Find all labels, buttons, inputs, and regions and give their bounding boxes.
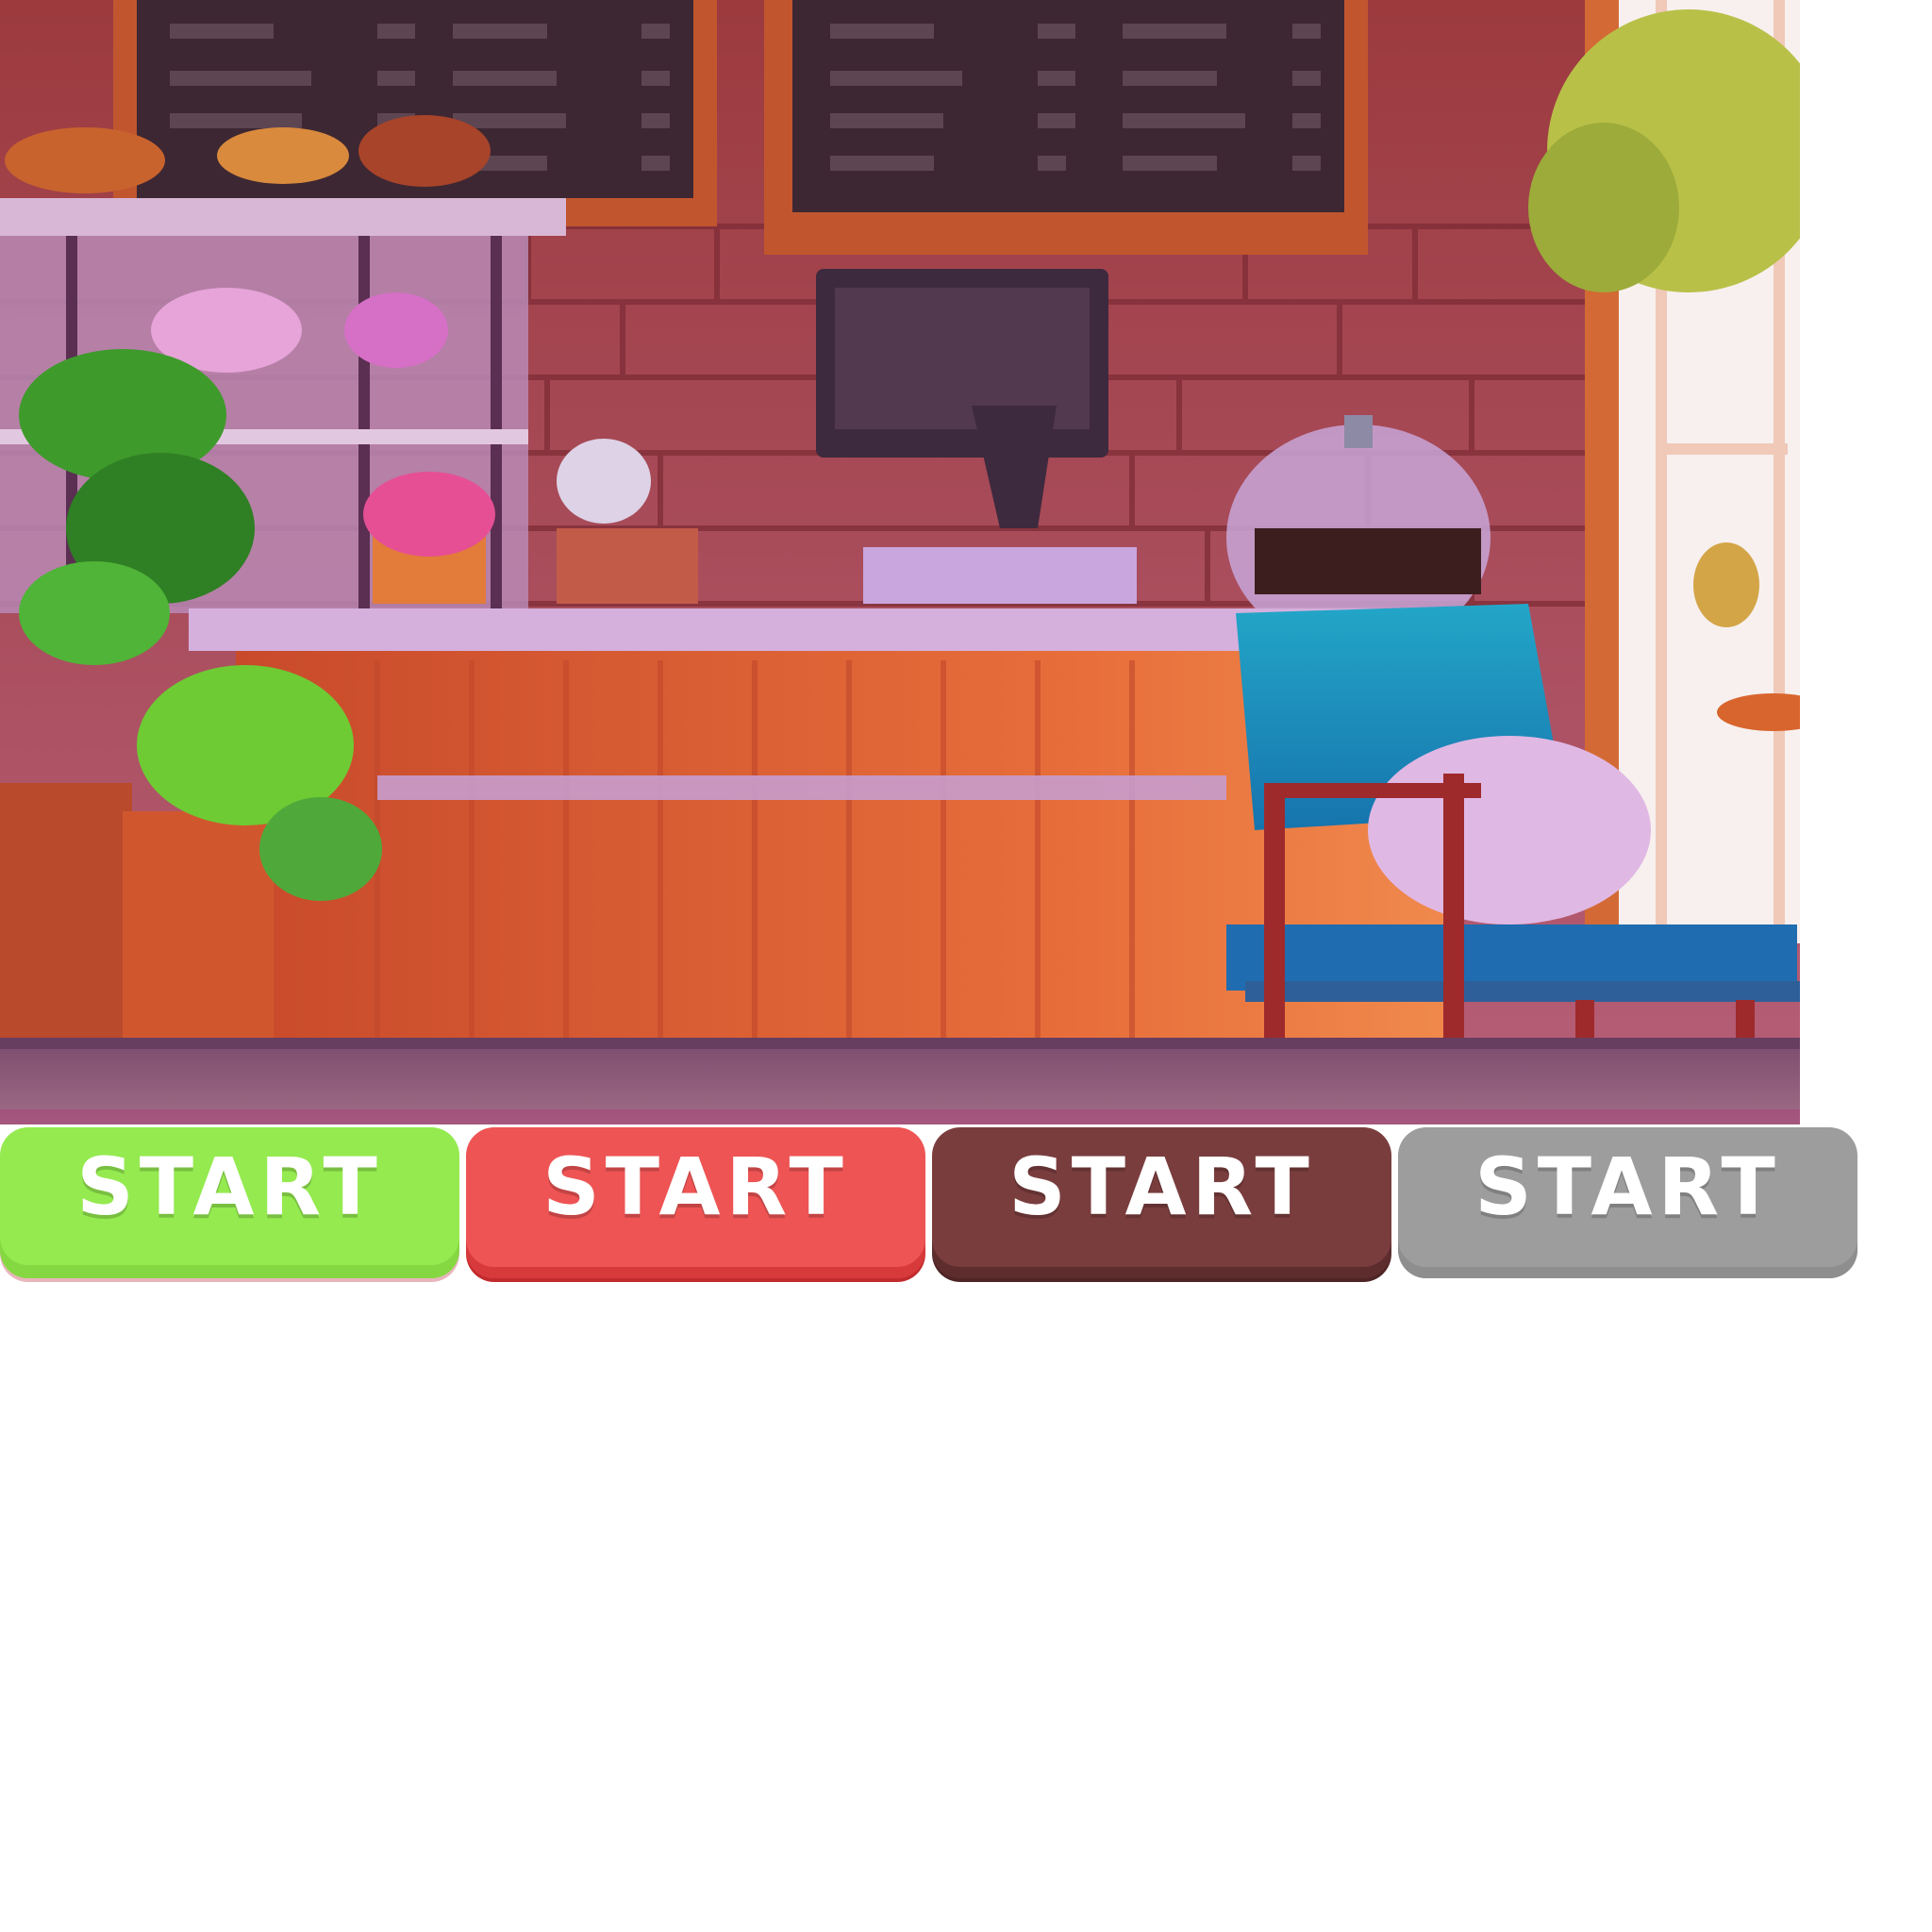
cafe-interior-illustration: [0, 0, 1800, 1124]
start-button-row: START START START START: [0, 1127, 1858, 1288]
start-button-red[interactable]: START: [466, 1127, 925, 1278]
start-button-label: START: [76, 1141, 383, 1233]
start-button-gray-disabled[interactable]: START: [1398, 1127, 1857, 1278]
start-button-green[interactable]: START: [0, 1127, 459, 1278]
start-button-label: START: [542, 1141, 849, 1233]
start-button-label: START: [1008, 1141, 1315, 1233]
start-button-label: START: [1474, 1141, 1781, 1233]
cafe-background-scene: [0, 0, 1800, 1124]
start-button-brown[interactable]: START: [932, 1127, 1391, 1278]
